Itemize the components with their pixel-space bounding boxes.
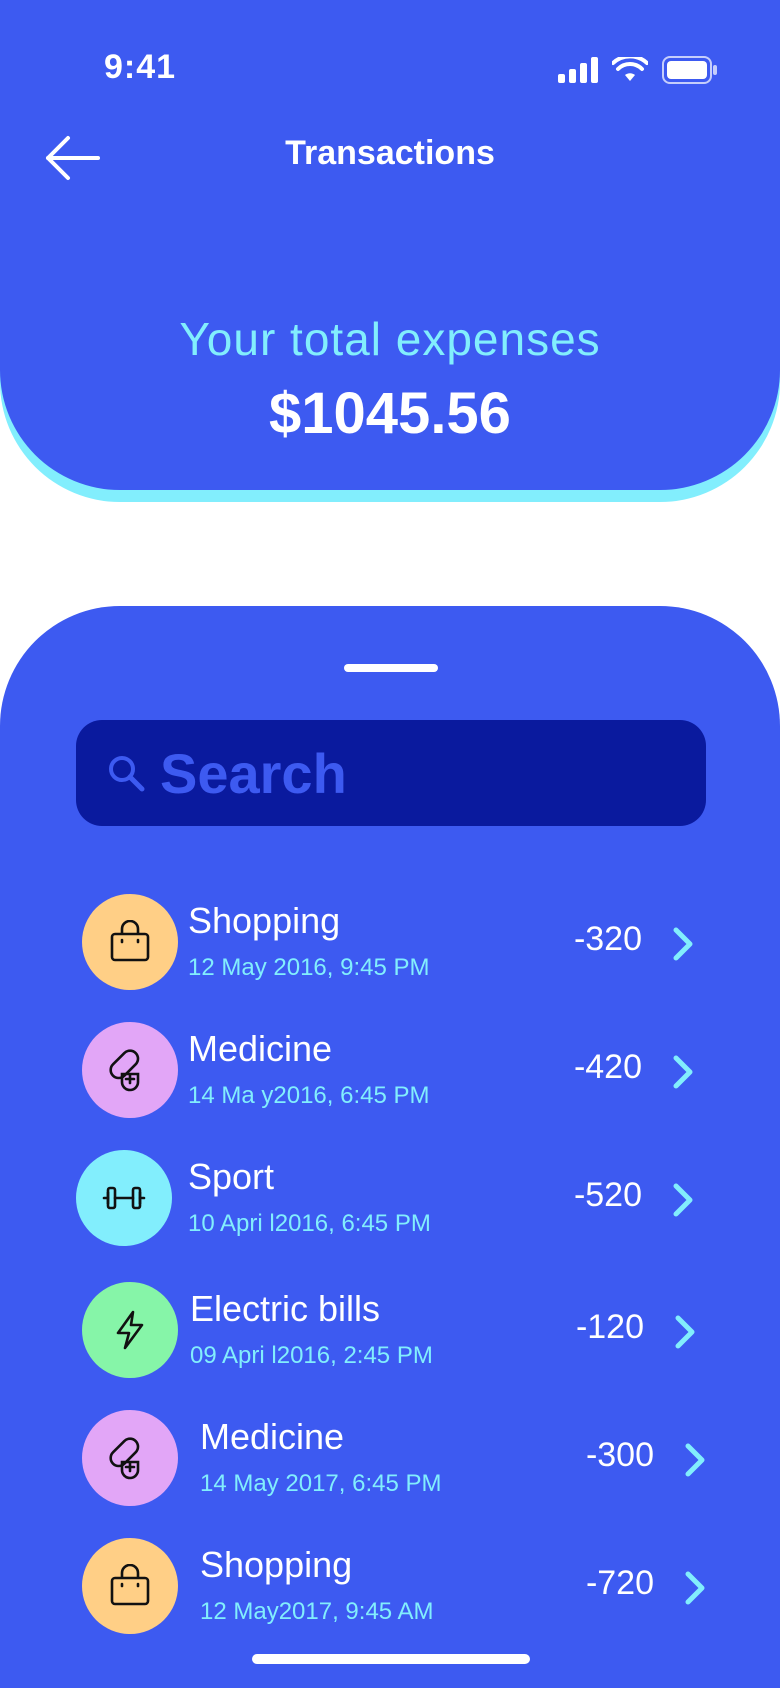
- page-title: Transactions: [285, 134, 495, 172]
- total-expenses-label: Your total expenses: [179, 313, 601, 365]
- chevron-right-icon[interactable]: [670, 1052, 698, 1092]
- transaction-avatar: [82, 1538, 178, 1634]
- shopping-bag-icon: [110, 1564, 150, 1606]
- transaction-date: 09 Apri l2016, 2:45 PM: [190, 1342, 433, 1369]
- transaction-name: Sport: [188, 1156, 275, 1197]
- status-icons: [558, 56, 718, 84]
- wifi-icon: [612, 57, 648, 81]
- search-icon: [109, 756, 145, 792]
- home-indicator: [252, 1654, 530, 1664]
- chevron-right-icon[interactable]: [670, 924, 698, 964]
- transaction-amount: -120: [575, 1308, 644, 1346]
- transaction-avatar: [82, 894, 178, 990]
- transaction-amount: -720: [585, 1564, 654, 1602]
- transaction-name: Medicine: [188, 1028, 333, 1069]
- transaction-name: Medicine: [200, 1416, 345, 1457]
- total-expenses-amount: $1045.56: [269, 381, 511, 446]
- transaction-avatar: [82, 1410, 178, 1506]
- transaction-row[interactable]: Shopping 12 May2017, 9:45 AM -720: [0, 1538, 780, 1638]
- transaction-name: Shopping: [188, 900, 341, 941]
- cellular-signal-icon: [558, 57, 598, 83]
- medicine-icon: [109, 1437, 140, 1480]
- battery-icon: [662, 56, 717, 84]
- transactions-sheet: Search: [0, 606, 780, 1688]
- chevron-right-icon[interactable]: [682, 1440, 710, 1480]
- status-time: 9:41: [104, 48, 177, 86]
- transaction-amount: -420: [573, 1048, 642, 1086]
- transaction-amount: -300: [585, 1436, 654, 1474]
- transaction-amount: -520: [573, 1176, 642, 1214]
- dumbbell-icon: [102, 1186, 146, 1210]
- transaction-avatar: [76, 1150, 172, 1246]
- transaction-date: 14 Ma y2016, 6:45 PM: [188, 1082, 430, 1109]
- medicine-icon: [109, 1049, 140, 1092]
- transaction-row[interactable]: Shopping 12 May 2016, 9:45 PM -320: [0, 894, 780, 994]
- chevron-right-icon[interactable]: [672, 1312, 700, 1352]
- transaction-amount: -320: [573, 920, 642, 958]
- transaction-name: Electric bills: [190, 1288, 381, 1329]
- header-card: 9:41 Transactions Your total expenses $1…: [0, 0, 780, 490]
- chevron-right-icon[interactable]: [682, 1568, 710, 1608]
- transaction-row[interactable]: Medicine 14 May 2017, 6:45 PM -300: [0, 1410, 780, 1510]
- transaction-date: 14 May 2017, 6:45 PM: [200, 1470, 442, 1497]
- transaction-avatar: [82, 1022, 178, 1118]
- search-placeholder: Search: [160, 741, 347, 805]
- transaction-row[interactable]: Electric bills 09 Apri l2016, 2:45 PM -120: [0, 1282, 780, 1382]
- transactions-screen: 9:41 Transactions Your total expenses $1…: [0, 0, 780, 1688]
- shopping-bag-icon: [110, 920, 150, 962]
- search-input[interactable]: Search: [76, 720, 706, 826]
- transaction-date: 12 May 2016, 9:45 PM: [188, 954, 430, 981]
- transaction-date: 10 Apri l2016, 6:45 PM: [188, 1210, 431, 1237]
- transaction-avatar: [82, 1282, 178, 1378]
- chevron-right-icon[interactable]: [670, 1180, 698, 1220]
- transaction-date: 12 May2017, 9:45 AM: [200, 1598, 434, 1625]
- sheet-drag-handle[interactable]: [344, 664, 438, 672]
- lightning-icon: [116, 1310, 144, 1350]
- transaction-name: Shopping: [200, 1544, 353, 1585]
- transaction-row[interactable]: Sport 10 Apri l2016, 6:45 PM -520: [0, 1150, 780, 1250]
- transaction-row[interactable]: Medicine 14 Ma y2016, 6:45 PM -420: [0, 1022, 780, 1122]
